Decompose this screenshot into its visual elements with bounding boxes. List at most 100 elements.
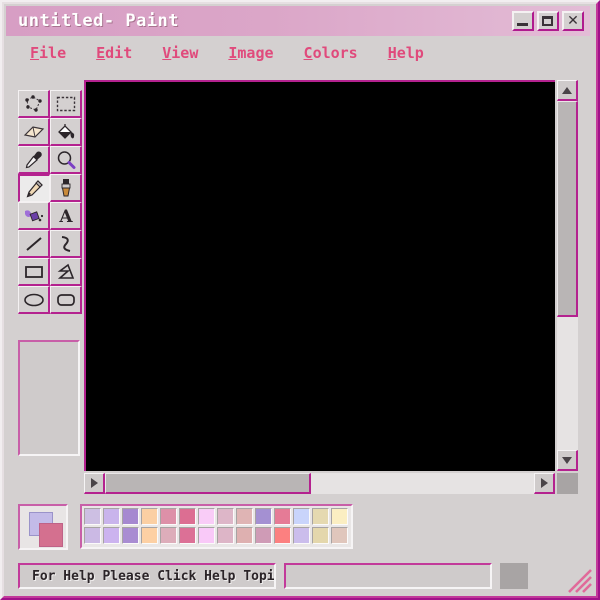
close-icon: ✕ — [567, 13, 579, 29]
vertical-scrollbar-thumb[interactable] — [557, 101, 578, 317]
menu-view[interactable]: View — [162, 44, 198, 62]
palette-swatch[interactable] — [255, 508, 272, 525]
palette-swatch[interactable] — [255, 527, 272, 544]
menu-file[interactable]: File — [30, 44, 66, 62]
rectangle-tool[interactable] — [18, 258, 50, 286]
palette-swatch[interactable] — [141, 508, 158, 525]
maximize-button[interactable] — [537, 11, 559, 31]
menu-help[interactable]: Help — [388, 44, 424, 62]
menu-bar: File Edit View Image Colors Help — [6, 40, 590, 66]
menu-edit[interactable]: Edit — [96, 44, 132, 62]
text-tool[interactable]: A — [50, 202, 82, 230]
magnifier-tool[interactable] — [50, 146, 82, 174]
palette-swatch[interactable] — [331, 508, 348, 525]
vertical-scrollbar[interactable] — [557, 80, 578, 471]
palette-swatch[interactable] — [236, 527, 253, 544]
palette-swatch[interactable] — [179, 508, 196, 525]
foreground-background-color-indicator[interactable] — [18, 504, 68, 550]
menu-edit-label: dit — [105, 44, 133, 62]
palette-swatch[interactable] — [198, 508, 215, 525]
chevron-right-icon — [540, 478, 548, 488]
palette-swatch[interactable] — [312, 508, 329, 525]
palette-swatch[interactable] — [331, 527, 348, 544]
window-controls: ✕ — [512, 11, 584, 31]
scroll-right-button[interactable] — [534, 473, 555, 494]
status-bar: For Help Please Click Help Topic — [18, 562, 586, 590]
drawing-canvas[interactable] — [84, 80, 555, 471]
horizontal-scrollbar[interactable] — [84, 473, 555, 494]
chevron-down-icon — [562, 456, 572, 464]
scroll-up-button[interactable] — [557, 80, 578, 101]
scroll-left-button[interactable] — [84, 473, 105, 494]
menu-file-label: ile — [39, 44, 67, 62]
color-picker-tool[interactable] — [18, 146, 50, 174]
polygon-tool[interactable] — [50, 258, 82, 286]
pencil-tool[interactable] — [18, 174, 50, 202]
fill-tool[interactable] — [50, 118, 82, 146]
tool-options-panel[interactable] — [18, 340, 80, 456]
menu-file-accelerator: F — [30, 44, 40, 62]
brush-tool[interactable] — [50, 174, 82, 202]
ellipse-tool[interactable] — [18, 286, 50, 314]
line-icon — [24, 235, 44, 253]
menu-colors[interactable]: Colors — [304, 44, 358, 62]
curve-icon — [58, 235, 74, 253]
paint-bucket-icon — [56, 123, 76, 141]
toolbox: A — [18, 90, 82, 314]
title-bar[interactable]: untitled- Paint ✕ — [6, 6, 590, 36]
palette-swatch[interactable] — [103, 508, 120, 525]
palette-swatch[interactable] — [198, 527, 215, 544]
menu-view-label: iew — [171, 44, 199, 62]
palette-swatch[interactable] — [84, 508, 101, 525]
palette-swatch[interactable] — [160, 508, 177, 525]
rounded-rectangle-icon — [56, 292, 76, 308]
palette-swatch[interactable] — [217, 527, 234, 544]
pencil-icon — [25, 179, 45, 199]
eraser-tool[interactable] — [18, 118, 50, 146]
airbrush-icon — [23, 207, 45, 225]
menu-view-accelerator: V — [162, 44, 172, 62]
curve-tool[interactable] — [50, 230, 82, 258]
status-secondary-panel — [284, 563, 492, 589]
palette-swatch[interactable] — [122, 508, 139, 525]
chevron-left-icon — [90, 478, 98, 488]
palette-swatch[interactable] — [274, 508, 291, 525]
palette-swatch[interactable] — [103, 527, 120, 544]
line-tool[interactable] — [18, 230, 50, 258]
palette-swatch[interactable] — [84, 527, 101, 544]
close-button[interactable]: ✕ — [562, 11, 584, 31]
menu-help-accelerator: H — [387, 44, 397, 62]
window-frame: untitled- Paint ✕ File Edit View Image C… — [0, 0, 600, 600]
palette-swatch[interactable] — [160, 527, 177, 544]
rectangle-select-tool[interactable] — [50, 90, 82, 118]
palette-swatch[interactable] — [179, 527, 196, 544]
free-form-select-tool[interactable] — [18, 90, 50, 118]
rounded-rectangle-tool[interactable] — [50, 286, 82, 314]
airbrush-tool[interactable] — [18, 202, 50, 230]
menu-colors-label: olors — [312, 44, 358, 62]
palette-swatch[interactable] — [122, 527, 139, 544]
menu-help-label: elp — [396, 44, 424, 62]
eraser-icon — [23, 124, 45, 140]
palette-swatch[interactable] — [141, 527, 158, 544]
resize-grip[interactable] — [564, 564, 594, 594]
palette-swatch[interactable] — [217, 508, 234, 525]
window-title: untitled- Paint — [18, 11, 180, 31]
menu-image-label: mage — [237, 44, 274, 62]
palette-swatch[interactable] — [274, 527, 291, 544]
palette-swatch[interactable] — [293, 527, 310, 544]
foreground-color-swatch[interactable] — [39, 523, 63, 547]
paint-application-window: untitled- Paint ✕ File Edit View Image C… — [0, 0, 600, 600]
scrollbar-corner — [557, 473, 578, 494]
menu-image[interactable]: Image — [228, 44, 273, 62]
palette-swatch[interactable] — [236, 508, 253, 525]
palette-swatch[interactable] — [312, 527, 329, 544]
svg-text:A: A — [58, 207, 73, 225]
minimize-button[interactable] — [512, 11, 534, 31]
menu-colors-accelerator: C — [303, 44, 313, 62]
palette-swatch[interactable] — [293, 508, 310, 525]
status-help-panel: For Help Please Click Help Topic — [18, 563, 276, 589]
horizontal-scrollbar-thumb[interactable] — [105, 473, 311, 494]
scroll-down-button[interactable] — [557, 450, 578, 471]
maximize-icon — [542, 16, 553, 26]
